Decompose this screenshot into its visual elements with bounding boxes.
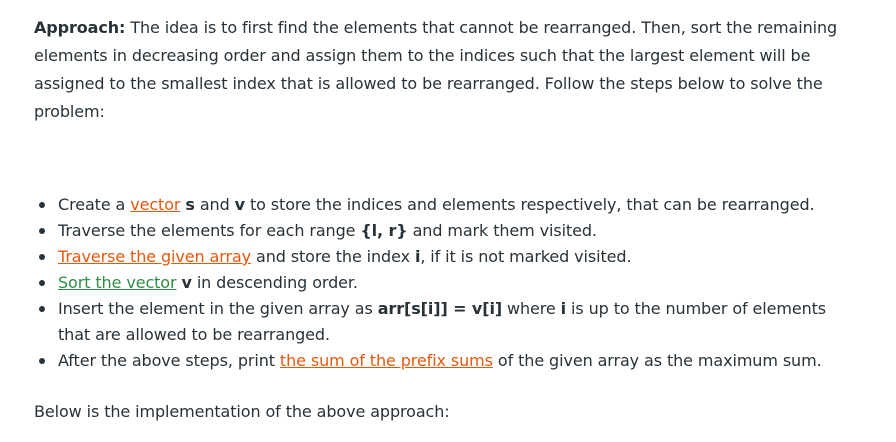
step-text: Insert the element in the given array as	[58, 299, 378, 318]
list-item: Traverse the given array and store the i…	[39, 244, 858, 270]
step-text: to store the indices and elements respec…	[244, 195, 815, 214]
step-bold: s	[185, 195, 195, 214]
list-item: After the above steps, print the sum of …	[39, 348, 858, 374]
list-item: Sort the vector v in descending order.	[39, 270, 858, 296]
step-text: and mark them visited.	[407, 221, 597, 240]
step-text: Create a	[58, 195, 131, 214]
implementation-intro: Below is the implementation of the above…	[34, 402, 450, 421]
step-text: and	[194, 195, 235, 214]
step-bold: {l, r}	[360, 221, 408, 240]
list-item: Insert the element in the given array as…	[39, 296, 858, 348]
step-text: , if it is not marked visited.	[420, 247, 632, 266]
steps-list: Create a vector s and v to store the ind…	[0, 192, 858, 374]
approach-paragraph: Approach: The idea is to first find the …	[34, 14, 864, 126]
approach-text: The idea is to first find the elements t…	[34, 18, 838, 121]
list-item: Traverse the elements for each range {l,…	[39, 218, 858, 244]
sort-vector-link[interactable]: Sort the vector	[58, 273, 177, 292]
step-bold: arr[s[i]] = v[i]	[377, 299, 503, 318]
prefix-sums-link[interactable]: the sum of the prefix sums	[280, 351, 493, 370]
step-text: where	[502, 299, 561, 318]
step-text: After the above steps, print	[58, 351, 280, 370]
step-text: of the given array as the maximum sum.	[492, 351, 822, 370]
step-bold: v	[234, 195, 245, 214]
step-text: in descending order.	[191, 273, 358, 292]
approach-label: Approach:	[34, 18, 126, 37]
list-item: Create a vector s and v to store the ind…	[39, 192, 858, 218]
step-bold: v	[181, 273, 192, 292]
step-text: Traverse the elements for each range	[58, 221, 361, 240]
article-content: Approach: The idea is to first find the …	[0, 0, 896, 442]
traverse-array-link[interactable]: Traverse the given array	[58, 247, 251, 266]
step-text: and store the index	[251, 247, 415, 266]
vector-link[interactable]: vector	[130, 195, 180, 214]
